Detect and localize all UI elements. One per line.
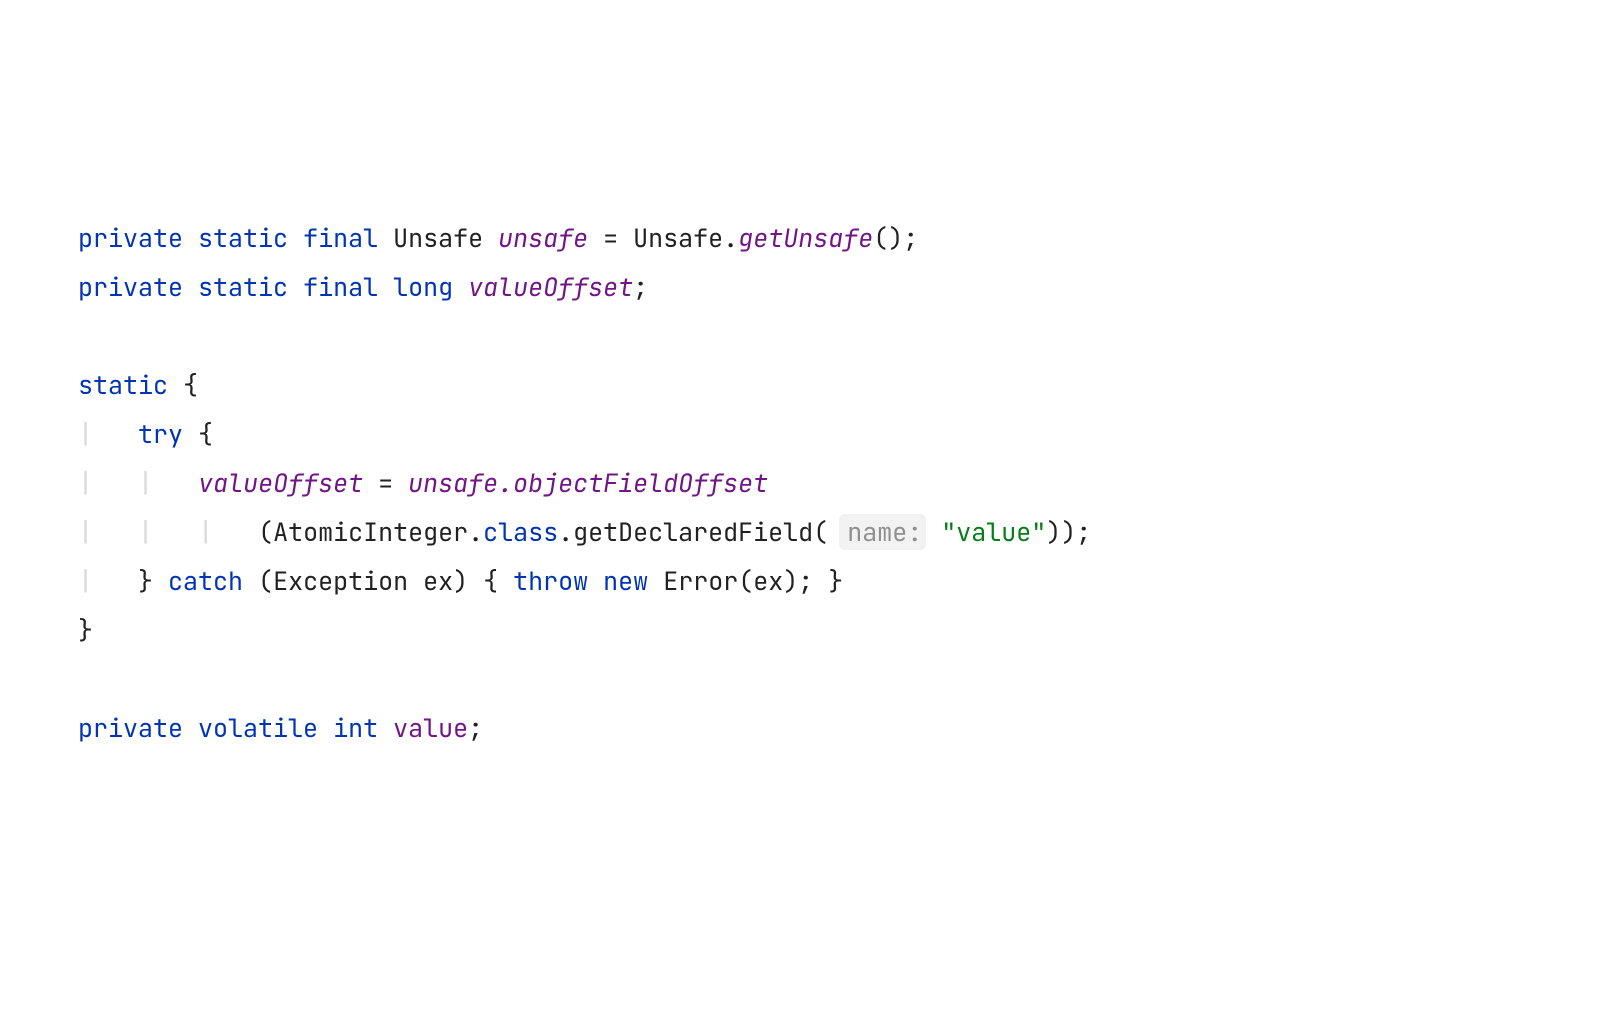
code-line: private volatile int value;	[78, 704, 1622, 753]
keyword-catch: catch	[168, 564, 243, 598]
type-error: Error	[663, 564, 738, 598]
keyword-final: final	[303, 221, 378, 255]
string-literal: "value"	[941, 515, 1046, 549]
code-line: | try {	[78, 410, 1622, 459]
indent-guide: |	[198, 515, 213, 549]
blank-line	[78, 655, 1622, 704]
method-getdeclaredfield: getDeclaredField	[573, 515, 813, 549]
type-unsafe: Unsafe	[633, 221, 723, 255]
variable-ex: ex	[753, 564, 783, 598]
method-getunsafe: getUnsafe	[738, 221, 873, 255]
code-line: | } catch (Exception ex) { throw new Err…	[78, 557, 1622, 606]
keyword-new: new	[603, 564, 648, 598]
keyword-class: class	[483, 515, 558, 549]
keyword-try: try	[138, 417, 183, 451]
indent-guide: |	[78, 417, 93, 451]
variable-ex: ex	[423, 564, 453, 598]
code-line: }	[78, 606, 1622, 655]
field-valueoffset: valueOffset	[198, 466, 363, 500]
type-atomicinteger: AtomicInteger	[273, 515, 468, 549]
field-value: value	[393, 711, 468, 745]
code-line: | | | (AtomicInteger.class.getDeclaredFi…	[78, 508, 1622, 557]
keyword-long: long	[393, 270, 453, 304]
keyword-private: private	[78, 711, 183, 745]
indent-guide: |	[138, 515, 153, 549]
keyword-final: final	[303, 270, 378, 304]
indent-guide: |	[78, 564, 93, 598]
indent-guide: |	[138, 466, 153, 500]
field-unsafe: unsafe	[498, 221, 588, 255]
keyword-volatile: volatile	[198, 711, 318, 745]
parameter-hint: name:	[839, 514, 926, 550]
expr-unsafe-offset: unsafe.objectFieldOffset	[408, 466, 768, 500]
code-line: private static final Unsafe unsafe = Uns…	[78, 214, 1622, 263]
keyword-static: static	[198, 221, 288, 255]
indent-guide: |	[78, 515, 93, 549]
code-line: private static final long valueOffset;	[78, 263, 1622, 312]
keyword-int: int	[333, 711, 378, 745]
keyword-private: private	[78, 270, 183, 304]
field-valueoffset: valueOffset	[468, 270, 633, 304]
keyword-private: private	[78, 221, 183, 255]
type-unsafe: Unsafe	[393, 221, 483, 255]
code-line: | | valueOffset = unsafe.objectFieldOffs…	[78, 459, 1622, 508]
keyword-static: static	[78, 368, 168, 402]
keyword-throw: throw	[513, 564, 588, 598]
blank-line	[78, 312, 1622, 361]
keyword-static: static	[198, 270, 288, 304]
code-line: static {	[78, 361, 1622, 410]
indent-guide: |	[78, 466, 93, 500]
type-exception: Exception	[273, 564, 408, 598]
